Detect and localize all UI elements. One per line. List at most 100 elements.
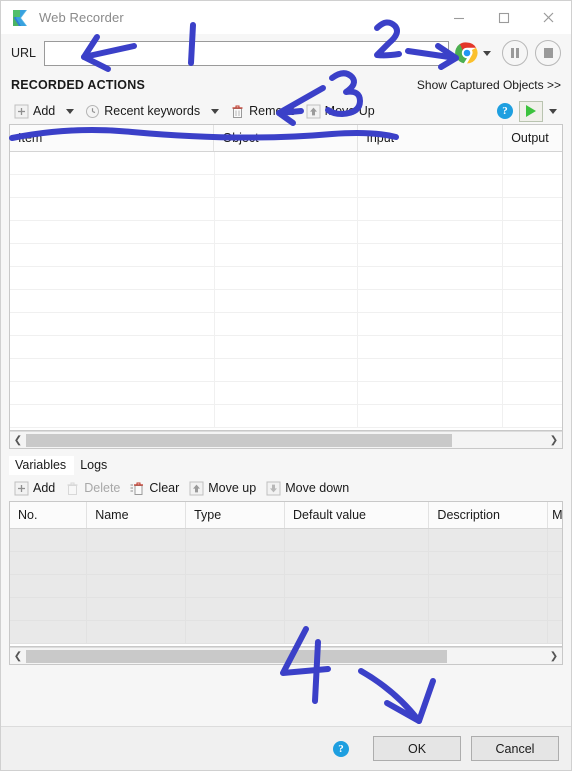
table-cell[interactable]: [186, 621, 286, 643]
table-cell[interactable]: [548, 621, 562, 643]
table-row[interactable]: [10, 359, 562, 382]
table-cell[interactable]: [285, 598, 430, 620]
variables-move-up-button[interactable]: Move up: [184, 477, 261, 499]
table-cell[interactable]: [358, 198, 504, 220]
table-cell[interactable]: [10, 529, 88, 551]
table-cell[interactable]: [215, 175, 359, 197]
table-cell[interactable]: [429, 529, 549, 551]
table-row[interactable]: [10, 529, 562, 552]
table-row[interactable]: [10, 267, 562, 290]
table-cell[interactable]: [285, 529, 430, 551]
scroll-left-icon[interactable]: ❮: [10, 648, 26, 664]
remove-action-button[interactable]: Remove: [225, 100, 301, 122]
table-cell[interactable]: [358, 405, 504, 427]
table-cell[interactable]: [10, 244, 215, 266]
table-cell[interactable]: [87, 529, 187, 551]
scroll-track[interactable]: [26, 649, 546, 663]
variables-hscrollbar[interactable]: ❮ ❯: [10, 647, 562, 664]
scroll-left-icon[interactable]: ❮: [10, 432, 26, 448]
scroll-right-icon[interactable]: ❯: [546, 648, 562, 664]
url-input[interactable]: [44, 40, 449, 66]
column-header-input[interactable]: Input: [358, 125, 504, 151]
table-cell[interactable]: [503, 359, 562, 381]
recorded-actions-body[interactable]: [10, 152, 562, 428]
table-cell[interactable]: [503, 382, 562, 404]
table-cell[interactable]: [215, 336, 359, 358]
table-row[interactable]: [10, 552, 562, 575]
help-circle-icon[interactable]: ?: [333, 740, 349, 757]
run-dropdown-icon[interactable]: [543, 100, 563, 122]
pause-icon[interactable]: [502, 40, 528, 66]
stop-icon[interactable]: [535, 40, 561, 66]
table-row[interactable]: [10, 621, 562, 644]
table-cell[interactable]: [215, 359, 359, 381]
column-header-mask[interactable]: Ma: [548, 502, 562, 528]
table-cell[interactable]: [186, 529, 286, 551]
table-cell[interactable]: [358, 359, 504, 381]
table-cell[interactable]: [429, 598, 549, 620]
table-cell[interactable]: [10, 221, 215, 243]
table-cell[interactable]: [87, 598, 187, 620]
variables-clear-button[interactable]: Clear: [125, 477, 184, 499]
close-icon[interactable]: [526, 1, 571, 34]
table-row[interactable]: [10, 244, 562, 267]
table-cell[interactable]: [10, 267, 215, 289]
table-cell[interactable]: [215, 290, 359, 312]
recent-keywords-dropdown-icon[interactable]: [205, 100, 225, 122]
table-cell[interactable]: [358, 244, 504, 266]
table-cell[interactable]: [10, 359, 215, 381]
variables-move-down-button[interactable]: Move down: [261, 477, 354, 499]
table-cell[interactable]: [10, 175, 215, 197]
table-cell[interactable]: [215, 267, 359, 289]
scroll-track[interactable]: [26, 433, 546, 447]
table-cell[interactable]: [10, 552, 88, 574]
column-header-item[interactable]: Item: [10, 125, 215, 151]
table-cell[interactable]: [285, 621, 430, 643]
minimize-icon[interactable]: [436, 1, 481, 34]
column-header-object[interactable]: Object: [214, 125, 359, 151]
table-row[interactable]: [10, 152, 562, 175]
maximize-icon[interactable]: [481, 1, 526, 34]
table-row[interactable]: [10, 382, 562, 405]
table-cell[interactable]: [87, 621, 187, 643]
column-header-name[interactable]: Name: [87, 502, 187, 528]
table-cell[interactable]: [10, 152, 215, 174]
table-cell[interactable]: [503, 336, 562, 358]
help-circle-icon[interactable]: ?: [497, 103, 513, 119]
table-cell[interactable]: [503, 244, 562, 266]
table-cell[interactable]: [429, 552, 549, 574]
recent-keywords-button[interactable]: Recent keywords: [80, 100, 205, 122]
table-cell[interactable]: [10, 290, 215, 312]
table-cell[interactable]: [215, 405, 359, 427]
table-cell[interactable]: [358, 290, 504, 312]
table-cell[interactable]: [503, 198, 562, 220]
table-cell[interactable]: [358, 221, 504, 243]
table-cell[interactable]: [358, 382, 504, 404]
table-cell[interactable]: [503, 175, 562, 197]
table-cell[interactable]: [285, 575, 430, 597]
table-row[interactable]: [10, 175, 562, 198]
scroll-thumb[interactable]: [26, 649, 448, 663]
table-cell[interactable]: [215, 382, 359, 404]
table-cell[interactable]: [548, 575, 562, 597]
column-header-description[interactable]: Description: [429, 502, 549, 528]
column-header-default-value[interactable]: Default value: [285, 502, 430, 528]
table-cell[interactable]: [215, 313, 359, 335]
table-cell[interactable]: [503, 290, 562, 312]
column-header-type[interactable]: Type: [186, 502, 286, 528]
variables-body[interactable]: [10, 529, 562, 644]
table-cell[interactable]: [429, 575, 549, 597]
table-cell[interactable]: [429, 621, 549, 643]
table-cell[interactable]: [10, 313, 215, 335]
table-cell[interactable]: [10, 382, 215, 404]
scroll-thumb[interactable]: [26, 433, 453, 447]
variables-add-button[interactable]: Add: [9, 477, 60, 499]
table-row[interactable]: [10, 598, 562, 621]
table-cell[interactable]: [503, 267, 562, 289]
add-action-dropdown-icon[interactable]: [60, 100, 80, 122]
table-cell[interactable]: [358, 267, 504, 289]
table-cell[interactable]: [358, 336, 504, 358]
table-cell[interactable]: [548, 598, 562, 620]
table-row[interactable]: [10, 198, 562, 221]
table-cell[interactable]: [503, 152, 562, 174]
